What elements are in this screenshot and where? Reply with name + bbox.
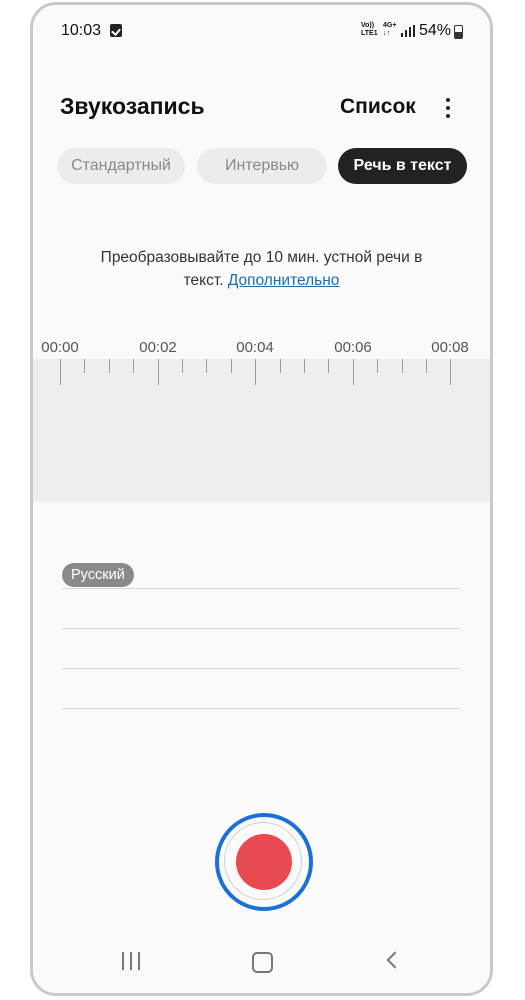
timeline: 00:00 00:02 00:04 00:06 00:08 — [33, 335, 490, 505]
timeline-tick — [84, 359, 86, 373]
time-label: 00:04 — [236, 339, 274, 356]
notification-check-icon — [110, 24, 122, 37]
tab-speech-to-text[interactable]: Речь в текст — [338, 148, 467, 184]
timeline-tick — [182, 359, 183, 373]
timeline-tick — [255, 359, 257, 385]
time-label: 00:00 — [41, 339, 79, 356]
status-bar: 10:03 Vo)) LTE1 4G+ ↓↑ 54% — [33, 5, 490, 57]
timeline-tick — [157, 359, 159, 385]
more-info-link[interactable]: Дополнительно — [228, 272, 340, 289]
network-type: 4G+ ↓↑ — [383, 22, 397, 37]
info-text: Преобразовывайте до 10 мин. устной речи … — [33, 246, 490, 292]
battery-icon — [454, 25, 463, 39]
timeline-labels: 00:00 00:02 00:04 00:06 00:08 — [33, 339, 490, 359]
time-label: 00:08 — [431, 339, 469, 356]
record-icon — [236, 834, 292, 890]
timeline-tick — [426, 359, 427, 373]
transcript-line — [62, 628, 460, 629]
info-line-1: Преобразовывайте до 10 мин. устной речи … — [100, 249, 423, 266]
waveform-area — [33, 359, 490, 502]
timeline-tick — [450, 359, 452, 385]
transcript-line — [62, 588, 460, 589]
recents-icon[interactable] — [122, 952, 144, 970]
timeline-tick — [304, 359, 305, 373]
timeline-tick — [279, 359, 281, 373]
volte-indicator: Vo)) LTE1 — [361, 22, 378, 37]
transcript-line — [62, 708, 460, 709]
time-label: 00:02 — [139, 339, 177, 356]
phone-screen: 10:03 Vo)) LTE1 4G+ ↓↑ 54% Звукозапись Спи… — [30, 2, 493, 996]
mode-tabs: Стандартный Интервью Речь в текст — [57, 148, 490, 186]
back-icon[interactable] — [385, 953, 399, 967]
timeline-tick — [328, 359, 330, 373]
app-bar: Звукозапись Список — [33, 85, 490, 135]
language-badge[interactable]: Русский — [62, 563, 134, 587]
home-icon[interactable] — [252, 952, 273, 973]
timeline-tick — [352, 359, 354, 385]
tab-standard[interactable]: Стандартный — [57, 148, 185, 184]
page-title: Звукозапись — [60, 93, 205, 119]
record-button-ring — [224, 822, 302, 900]
signal-icon — [401, 25, 415, 37]
timeline-tick — [401, 359, 403, 373]
timeline-tick — [108, 359, 110, 373]
record-button[interactable] — [215, 813, 313, 911]
transcript-line — [62, 668, 460, 669]
navigation-bar — [33, 935, 490, 993]
more-vert-icon[interactable] — [441, 96, 455, 120]
list-button[interactable]: Список — [340, 95, 416, 119]
info-line-2: текст. — [183, 272, 224, 289]
timeline-tick — [133, 359, 135, 373]
timeline-tick — [230, 359, 232, 373]
timeline-tick — [377, 359, 379, 373]
timeline-tick — [60, 359, 61, 385]
timeline-tick — [206, 359, 208, 373]
status-time: 10:03 — [61, 22, 102, 39]
time-label: 00:06 — [334, 339, 372, 356]
battery-percent: 54% — [419, 22, 452, 39]
tab-interview[interactable]: Интервью — [197, 148, 327, 184]
timeline-ticks — [33, 359, 490, 389]
